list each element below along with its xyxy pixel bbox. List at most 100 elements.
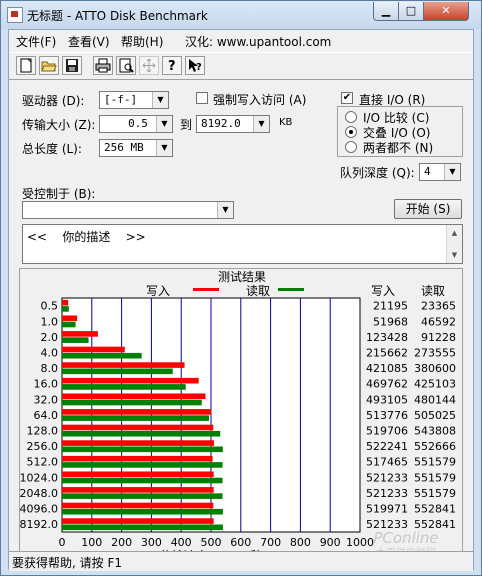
total-length-label: 总长度 (L): — [22, 142, 82, 156]
print-preview-icon[interactable] — [116, 56, 136, 75]
total-length-select[interactable]: 256 MB ▼ — [99, 139, 173, 157]
category-label: 128.0 — [27, 425, 59, 438]
to-label: 到 — [180, 118, 193, 132]
read-value: 551579 — [414, 487, 456, 500]
write-value: 469762 — [366, 378, 408, 391]
write-value: 522241 — [366, 440, 408, 453]
chevron-down-icon[interactable]: ▼ — [217, 202, 233, 218]
drive-label: 驱动器 (D): — [22, 94, 85, 108]
read-bar — [62, 306, 69, 312]
menu-view[interactable]: 查看(V) — [68, 33, 110, 50]
controlled-by-label: 受控制于 (B): — [22, 187, 96, 201]
force-write-label: 强制写入访问 (A) — [213, 93, 307, 107]
x-tick-label: 900 — [320, 536, 341, 549]
write-value: 519706 — [366, 425, 408, 438]
write-value: 513776 — [366, 409, 408, 422]
status-text: 要获得帮助, 请按 F1 — [12, 556, 122, 570]
help-question-icon[interactable]: ? — [162, 56, 182, 75]
transfer-size-from-select[interactable]: 0.5 ▼ — [99, 115, 173, 133]
drive-select[interactable]: [-f-] ▼ — [99, 91, 169, 109]
read-bar — [62, 430, 221, 437]
legend-write-label: 写入 — [146, 284, 170, 298]
chevron-down-icon[interactable]: ▼ — [253, 116, 269, 132]
move-icon[interactable] — [139, 56, 159, 75]
read-value: 425103 — [414, 378, 456, 391]
description-textarea[interactable]: << 你的描述 >> ▲ ▼ — [22, 224, 463, 264]
category-label: 8192.0 — [20, 518, 58, 531]
app-icon[interactable] — [7, 7, 23, 23]
read-bar — [62, 477, 223, 484]
read-value: 46592 — [421, 315, 456, 328]
category-label: 4096.0 — [20, 503, 58, 516]
write-bar — [62, 502, 214, 509]
category-label: 256.0 — [27, 440, 59, 453]
close-button[interactable]: ✕ — [423, 2, 469, 21]
x-tick-label: 800 — [290, 536, 311, 549]
svg-text:?: ? — [196, 62, 202, 73]
minimize-button[interactable]: ▁ — [373, 2, 399, 21]
read-bar — [62, 352, 142, 359]
category-label: 2.0 — [41, 331, 59, 344]
read-value: 273555 — [414, 347, 456, 360]
chevron-down-icon[interactable]: ▼ — [444, 164, 460, 180]
scroll-down-icon[interactable]: ▼ — [448, 248, 461, 262]
write-bar — [62, 331, 98, 337]
start-button[interactable]: 开始 (S) — [394, 199, 462, 219]
legend-read-label: 读取 — [246, 284, 270, 298]
x-tick-label: 0 — [59, 536, 66, 549]
save-disk-icon[interactable] — [62, 56, 82, 75]
read-bar — [62, 462, 223, 468]
benchmark-chart: 测试结果写入 读取 写入 读取 0 100 200 300 400 500 600 700 800 900… — [20, 269, 457, 563]
read-bar — [62, 508, 223, 515]
window-title: 无标题 - ATTO Disk Benchmark — [27, 9, 208, 23]
print-icon[interactable] — [93, 56, 113, 75]
queue-depth-select[interactable]: 4 ▼ — [419, 163, 461, 181]
category-label: 512.0 — [27, 456, 59, 469]
read-value: 380600 — [414, 362, 456, 375]
description-scrollbar[interactable]: ▲ ▼ — [446, 225, 462, 263]
overlapped-io-radio[interactable] — [345, 126, 357, 138]
write-bar — [62, 346, 125, 353]
controlled-by-select[interactable]: ▼ — [22, 201, 234, 219]
results-title: 测试结果 — [218, 269, 266, 284]
description-text: << 你的描述 >> — [27, 230, 146, 244]
write-value: 123428 — [366, 331, 408, 344]
io-mode-group: I/O 比较 (C) 交叠 I/O (O) 两者都不 (N) — [337, 106, 463, 157]
read-bar — [62, 524, 223, 531]
write-bar — [62, 362, 185, 368]
write-value: 421085 — [366, 362, 408, 375]
read-value: 552666 — [414, 440, 456, 453]
x-tick-label: 400 — [171, 536, 192, 549]
write-bar — [62, 393, 206, 400]
menu-help[interactable]: 帮助(H) — [121, 33, 163, 50]
write-value: 51968 — [373, 315, 408, 328]
transfer-to-value: 8192.0 — [201, 117, 241, 130]
neither-label: 两者都不 (N) — [363, 141, 434, 155]
scroll-up-icon[interactable]: ▲ — [448, 226, 461, 240]
write-bar — [62, 471, 214, 478]
svg-text:?: ? — [168, 59, 176, 74]
read-value: 505025 — [414, 409, 456, 422]
transfer-size-to-select[interactable]: 8192.0 ▼ — [196, 115, 270, 133]
write-value: 519971 — [366, 503, 408, 516]
category-label: 8.0 — [41, 362, 59, 375]
open-folder-icon[interactable] — [39, 56, 59, 75]
write-value: 215662 — [366, 347, 408, 360]
force-write-checkbox[interactable] — [196, 92, 208, 104]
maximize-button[interactable]: □ — [398, 2, 424, 21]
menu-localization[interactable]: 汉化: www.upantool.com — [185, 33, 331, 50]
neither-radio[interactable] — [345, 141, 357, 153]
io-compare-radio[interactable] — [345, 111, 357, 123]
chevron-down-icon[interactable]: ▼ — [156, 116, 172, 132]
category-label: 2048.0 — [20, 487, 58, 500]
new-document-icon[interactable] — [16, 56, 36, 75]
chevron-down-icon[interactable]: ▼ — [156, 140, 172, 156]
menu-file[interactable]: 文件(F) — [16, 33, 56, 50]
direct-io-checkbox[interactable]: ✔ — [341, 92, 353, 104]
context-help-icon[interactable]: ? — [185, 56, 205, 75]
write-bar — [62, 518, 214, 524]
title-bar[interactable]: 无标题 - ATTO Disk Benchmark ▁ □ ✕ — [1, 1, 481, 29]
menu-bar: 文件(F) 查看(V) 帮助(H) 汉化: www.upantool.com — [9, 30, 473, 51]
chevron-down-icon[interactable]: ▼ — [152, 92, 168, 108]
transfer-from-value: 0.5 — [128, 117, 148, 130]
